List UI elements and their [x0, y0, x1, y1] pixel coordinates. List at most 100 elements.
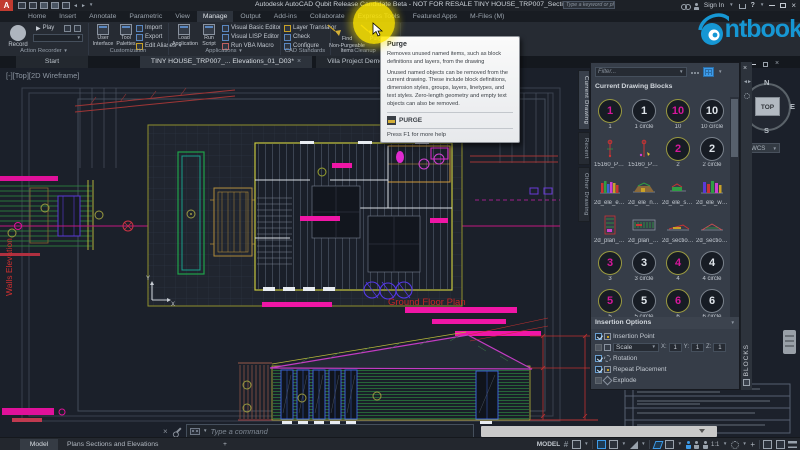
- ribbon-tab-insert[interactable]: Insert: [53, 11, 82, 22]
- ribbon-tab-annotate[interactable]: Annotate: [83, 11, 122, 22]
- scale-y-input[interactable]: 1: [691, 343, 704, 352]
- block-item[interactable]: 1010: [661, 97, 695, 135]
- explode-checkbox[interactable]: [595, 377, 602, 384]
- insertion-point-checkbox[interactable]: [595, 333, 602, 340]
- import-button[interactable]: Import: [136, 24, 162, 32]
- option-explode[interactable]: Explode: [591, 375, 739, 385]
- search-input[interactable]: Type a keyword or phrase: [563, 1, 615, 9]
- autoscale-icon[interactable]: [694, 445, 699, 449]
- viewcube-north[interactable]: N: [764, 78, 769, 87]
- panel-label-cad-standards[interactable]: CAD Standards: [280, 48, 330, 56]
- record-button-icon[interactable]: [10, 25, 26, 41]
- ribbon-tab-home[interactable]: Home: [22, 11, 52, 22]
- redo-icon[interactable]: ►: [81, 3, 86, 9]
- option-insertion-point[interactable]: Insertion Point: [591, 331, 739, 341]
- object-snap-icon[interactable]: [652, 441, 663, 449]
- viewport-controls[interactable]: [-][Top][2D Wireframe]: [6, 71, 79, 80]
- close-tab-icon[interactable]: ×: [297, 58, 301, 65]
- block-item[interactable]: 66 circle: [695, 287, 729, 317]
- new-layout-button[interactable]: +: [218, 439, 230, 450]
- block-item[interactable]: 66: [661, 287, 695, 317]
- insert-message-icon[interactable]: [64, 24, 71, 32]
- snap-dropdown-icon[interactable]: ▼: [584, 442, 588, 447]
- view-dropdown-icon[interactable]: ▼: [718, 70, 722, 75]
- visual-lisp-editor-button[interactable]: Visual LISP Editor: [222, 33, 279, 41]
- option-rotation[interactable]: Rotation: [591, 353, 739, 363]
- block-item[interactable]: 2d_ele_north: [627, 173, 661, 211]
- scrollbar-horizontal[interactable]: [481, 426, 717, 437]
- ortho-dropdown-icon[interactable]: ▼: [622, 442, 626, 447]
- block-item[interactable]: 33: [593, 249, 627, 287]
- more-options-icon[interactable]: [691, 72, 700, 74]
- grid-display-icon[interactable]: #: [564, 440, 568, 449]
- block-item[interactable]: 1010 circle: [695, 97, 729, 135]
- block-item[interactable]: 2d_section...: [661, 211, 695, 249]
- workspace-gear-icon[interactable]: [731, 441, 739, 449]
- annotation-scale-icon[interactable]: [703, 445, 708, 449]
- block-item[interactable]: 22: [661, 135, 695, 173]
- palette-scrollbar[interactable]: [730, 97, 739, 317]
- user-interface-button[interactable]: User Interface: [91, 24, 115, 47]
- repeat-placement-checkbox[interactable]: [595, 366, 602, 373]
- undo-icon[interactable]: ◄: [73, 3, 78, 9]
- layout-tab-plans[interactable]: Plans Sections and Elevations: [62, 439, 163, 450]
- block-item[interactable]: 2d_section...: [695, 211, 729, 249]
- block-item[interactable]: 2d_ele_south: [661, 173, 695, 211]
- palette-tab-current-drawing[interactable]: Current Drawing: [578, 70, 590, 130]
- insertion-options-header[interactable]: Insertion Options▼: [591, 317, 739, 329]
- layout-tab-model[interactable]: Model: [20, 439, 58, 450]
- dynamic-input-icon[interactable]: [597, 440, 606, 449]
- ribbon-tab-add-ins[interactable]: Add-ins: [268, 11, 303, 22]
- clean-screen-icon[interactable]: [788, 441, 797, 448]
- visual-basic-editor-button[interactable]: Visual Basic Editor: [222, 24, 281, 32]
- minimize-button[interactable]: [769, 5, 775, 6]
- ribbon-tab-featured-apps[interactable]: Featured Apps: [407, 11, 463, 22]
- autocad-logo-icon[interactable]: A: [0, 0, 13, 11]
- ribbon-tab-m-files-m-[interactable]: M-Files (M): [464, 11, 510, 22]
- rotation-checkbox[interactable]: [595, 355, 602, 362]
- panel-label-customization[interactable]: Customization: [88, 48, 168, 56]
- scale-checkbox[interactable]: [595, 344, 602, 351]
- block-item[interactable]: 44: [661, 249, 695, 287]
- check-button[interactable]: Check: [284, 33, 310, 41]
- option-repeat-placement[interactable]: Repeat Placement: [591, 364, 739, 374]
- save-as-icon[interactable]: [51, 2, 59, 9]
- scale-dropdown-icon[interactable]: ▼: [723, 442, 727, 447]
- plot-icon[interactable]: [62, 2, 70, 9]
- palette-tab-recent[interactable]: Recent: [578, 132, 590, 165]
- tool-palettes-button[interactable]: Tool Palettes: [114, 24, 138, 47]
- block-item[interactable]: 11: [593, 97, 627, 135]
- command-close-icon[interactable]: ×: [163, 427, 168, 436]
- qat-dropdown-icon[interactable]: ▼: [89, 3, 93, 8]
- action-macro-dropdown[interactable]: ▼: [33, 34, 83, 42]
- scale-dropdown[interactable]: Scale▼: [613, 343, 659, 352]
- filter-input[interactable]: Filter...: [595, 67, 687, 77]
- block-item[interactable]: 55 circle: [627, 287, 661, 317]
- ribbon-tab-parametric[interactable]: Parametric: [123, 11, 168, 22]
- panel-label-action-recorder[interactable]: Action Recorder ▼: [2, 48, 86, 56]
- new-file-icon[interactable]: [18, 2, 26, 9]
- annotation-visibility-icon[interactable]: [686, 445, 691, 449]
- ortho-mode-icon[interactable]: [609, 440, 618, 449]
- file-tab-active[interactable]: TINY HOUSE_TRP007_... Elevations_01_D03*…: [140, 56, 312, 68]
- block-item[interactable]: 2d_plan_GF: [593, 211, 627, 249]
- osnap-dropdown-icon[interactable]: ▼: [678, 442, 682, 447]
- drawing-close-icon[interactable]: ×: [775, 60, 779, 68]
- option-scale[interactable]: Scale▼ X:1 Y:1 Z:1: [591, 342, 739, 352]
- palette-autohide-icon[interactable]: ◄►: [743, 79, 751, 85]
- hardware-acceleration-icon[interactable]: [763, 440, 772, 449]
- run-script-button[interactable]: Run Script: [197, 24, 221, 47]
- block-item[interactable]: 2d_ele_east: [593, 173, 627, 211]
- command-line[interactable]: ▼: [186, 424, 474, 438]
- model-space-button[interactable]: MODEL: [537, 441, 560, 448]
- annotation-scale-value[interactable]: 1:1: [711, 442, 719, 448]
- polar-dropdown-icon[interactable]: ▼: [641, 442, 645, 447]
- palette-close-icon[interactable]: ×: [743, 65, 747, 72]
- palette-tab-other-drawing[interactable]: Other Drawing: [578, 167, 590, 222]
- block-item[interactable]: 2d_plan_m...: [627, 211, 661, 249]
- block-item[interactable]: 11 circle: [627, 97, 661, 135]
- ribbon-tab-collaborate[interactable]: Collaborate: [304, 11, 351, 22]
- filter-dropdown-icon[interactable]: ▼: [679, 70, 683, 75]
- ribbon-tab-output[interactable]: Output: [234, 11, 266, 22]
- panel-label-applications[interactable]: Applications ▼: [168, 48, 280, 56]
